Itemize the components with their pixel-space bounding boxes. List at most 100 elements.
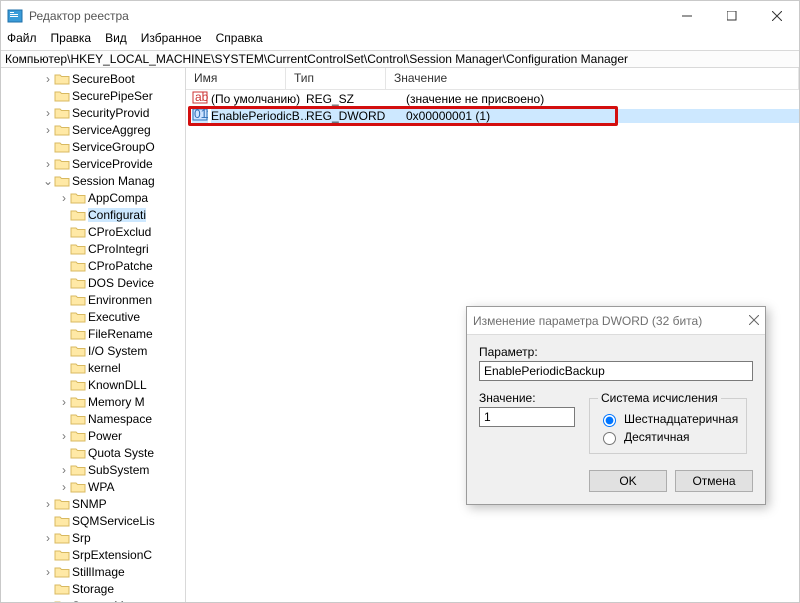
tree-item[interactable]: ›StillImage — [56, 563, 185, 580]
menu-view[interactable]: Вид — [105, 31, 127, 47]
radio-hex[interactable]: Шестнадцатеричная — [598, 411, 738, 427]
window-title: Редактор реестра — [29, 9, 664, 23]
value-row[interactable]: 011EnablePeriodicB…REG_DWORD0x00000001 (… — [186, 107, 799, 124]
expander-icon[interactable]: › — [42, 106, 54, 120]
tree-item[interactable]: SrpExtensionC — [56, 546, 185, 563]
tree-item[interactable]: ›SecureBoot — [56, 70, 185, 87]
tree-item-label: AppCompa — [88, 191, 148, 205]
expander-icon[interactable]: › — [42, 497, 54, 511]
expander-icon[interactable]: › — [42, 72, 54, 86]
menu-file[interactable]: Файл — [7, 31, 37, 47]
tree-item[interactable]: ›ServiceProvide — [56, 155, 185, 172]
col-value[interactable]: Значение — [386, 68, 799, 89]
tree-item[interactable]: FileRename — [56, 325, 185, 342]
folder-icon — [54, 497, 70, 511]
tree-item-label: CProExclud — [88, 225, 151, 239]
tree-item[interactable]: ›Memory M — [56, 393, 185, 410]
tree-item[interactable]: Executive — [56, 308, 185, 325]
dialog-close-icon[interactable] — [749, 314, 759, 328]
menu-favorites[interactable]: Избранное — [141, 31, 202, 47]
tree-item[interactable]: Quota Syste — [56, 444, 185, 461]
minimize-button[interactable] — [664, 1, 709, 31]
folder-icon — [70, 191, 86, 205]
tree-item[interactable]: ›ServiceAggreg — [56, 121, 185, 138]
titlebar[interactable]: Редактор реестра — [1, 1, 799, 31]
folder-icon — [54, 531, 70, 545]
expander-icon[interactable]: › — [42, 123, 54, 137]
values-list[interactable]: Имя Тип Значение ab(По умолчанию)REG_SZ(… — [186, 68, 799, 602]
tree-item[interactable]: › WPA — [56, 478, 185, 495]
tree-item[interactable]: CProPatche — [56, 257, 185, 274]
tree-item-label: Configurati — [88, 208, 146, 222]
radio-dec[interactable]: Десятичная — [598, 429, 738, 445]
ok-button[interactable]: OK — [589, 470, 667, 492]
tree-item[interactable]: › AppCompa — [56, 189, 185, 206]
tree-item[interactable]: Environmen — [56, 291, 185, 308]
radio-hex-input[interactable] — [603, 414, 616, 427]
expander-icon[interactable]: › — [58, 429, 70, 443]
tree-item[interactable]: ›SubSystem — [56, 461, 185, 478]
tree-item[interactable]: Configurati — [56, 206, 185, 223]
column-headers[interactable]: Имя Тип Значение — [186, 68, 799, 90]
tree-item-label: Srp — [72, 531, 91, 545]
dialog-title: Изменение параметра DWORD (32 бита) — [473, 314, 749, 328]
tree-item-label: WPA — [88, 480, 114, 494]
cancel-button[interactable]: Отмена — [675, 470, 753, 492]
tree-item[interactable]: Storage — [56, 580, 185, 597]
folder-icon — [54, 565, 70, 579]
close-button[interactable] — [754, 1, 799, 31]
expander-icon[interactable]: › — [42, 531, 54, 545]
tree-item-label: SecurityProvid — [72, 106, 149, 120]
tree-item[interactable]: ⌄Session Manag — [56, 172, 185, 189]
address-bar[interactable]: Компьютер\HKEY_LOCAL_MACHINE\SYSTEM\Curr… — [1, 50, 799, 68]
folder-icon — [54, 89, 70, 103]
tree-item[interactable]: ›Srp — [56, 529, 185, 546]
maximize-button[interactable] — [709, 1, 754, 31]
expander-icon[interactable]: › — [42, 565, 54, 579]
tree-item[interactable]: kernel — [56, 359, 185, 376]
edit-dword-dialog[interactable]: Изменение параметра DWORD (32 бита) Пара… — [466, 306, 766, 505]
expander-icon[interactable]: › — [58, 463, 70, 477]
svg-text:011: 011 — [194, 107, 208, 121]
value-input[interactable] — [479, 407, 575, 427]
base-fieldset: Система исчисления Шестнадцатеричная Дес… — [589, 391, 747, 454]
tree-item-label: Storage — [72, 582, 114, 596]
tree-item[interactable]: CProIntegri — [56, 240, 185, 257]
tree-item[interactable]: DOS Device — [56, 274, 185, 291]
tree-view[interactable]: ›SecureBootSecurePipeSer›SecurityProvid›… — [1, 68, 186, 602]
menu-help[interactable]: Справка — [216, 31, 263, 47]
radio-dec-label: Десятичная — [624, 430, 690, 444]
tree-item[interactable]: I/O System — [56, 342, 185, 359]
param-label: Параметр: — [479, 345, 753, 359]
folder-icon — [54, 599, 70, 603]
tree-item[interactable]: ›Power — [56, 427, 185, 444]
tree-item[interactable]: ServiceGroupO — [56, 138, 185, 155]
tree-item[interactable]: SecurePipeSer — [56, 87, 185, 104]
value-name: EnablePeriodicB… — [211, 109, 306, 123]
col-name[interactable]: Имя — [186, 68, 286, 89]
expander-icon[interactable]: › — [42, 157, 54, 171]
menubar: Файл Правка Вид Избранное Справка — [1, 31, 799, 50]
expander-icon[interactable]: ⌄ — [42, 174, 54, 188]
tree-item[interactable]: Namespace — [56, 410, 185, 427]
value-data: (значение не присвоено) — [406, 92, 799, 106]
expander-icon[interactable]: › — [42, 599, 54, 603]
dword-value-icon: 011 — [192, 106, 208, 125]
expander-icon[interactable]: › — [58, 191, 70, 205]
svg-text:ab: ab — [195, 90, 208, 104]
tree-item[interactable]: KnownDLL — [56, 376, 185, 393]
radio-dec-input[interactable] — [603, 432, 616, 445]
expander-icon[interactable]: › — [58, 480, 70, 494]
col-type[interactable]: Тип — [286, 68, 386, 89]
tree-item[interactable]: ›SNMP — [56, 495, 185, 512]
menu-edit[interactable]: Правка — [51, 31, 92, 47]
value-data: 0x00000001 (1) — [406, 109, 799, 123]
dialog-titlebar[interactable]: Изменение параметра DWORD (32 бита) — [467, 307, 765, 335]
value-row[interactable]: ab(По умолчанию)REG_SZ(значение не присв… — [186, 90, 799, 107]
radio-hex-label: Шестнадцатеричная — [624, 412, 738, 426]
expander-icon[interactable]: › — [58, 395, 70, 409]
tree-item[interactable]: SQMServiceLis — [56, 512, 185, 529]
tree-item[interactable]: ›SecurityProvid — [56, 104, 185, 121]
tree-item[interactable]: ›StorageManag — [56, 597, 185, 602]
tree-item[interactable]: CProExclud — [56, 223, 185, 240]
